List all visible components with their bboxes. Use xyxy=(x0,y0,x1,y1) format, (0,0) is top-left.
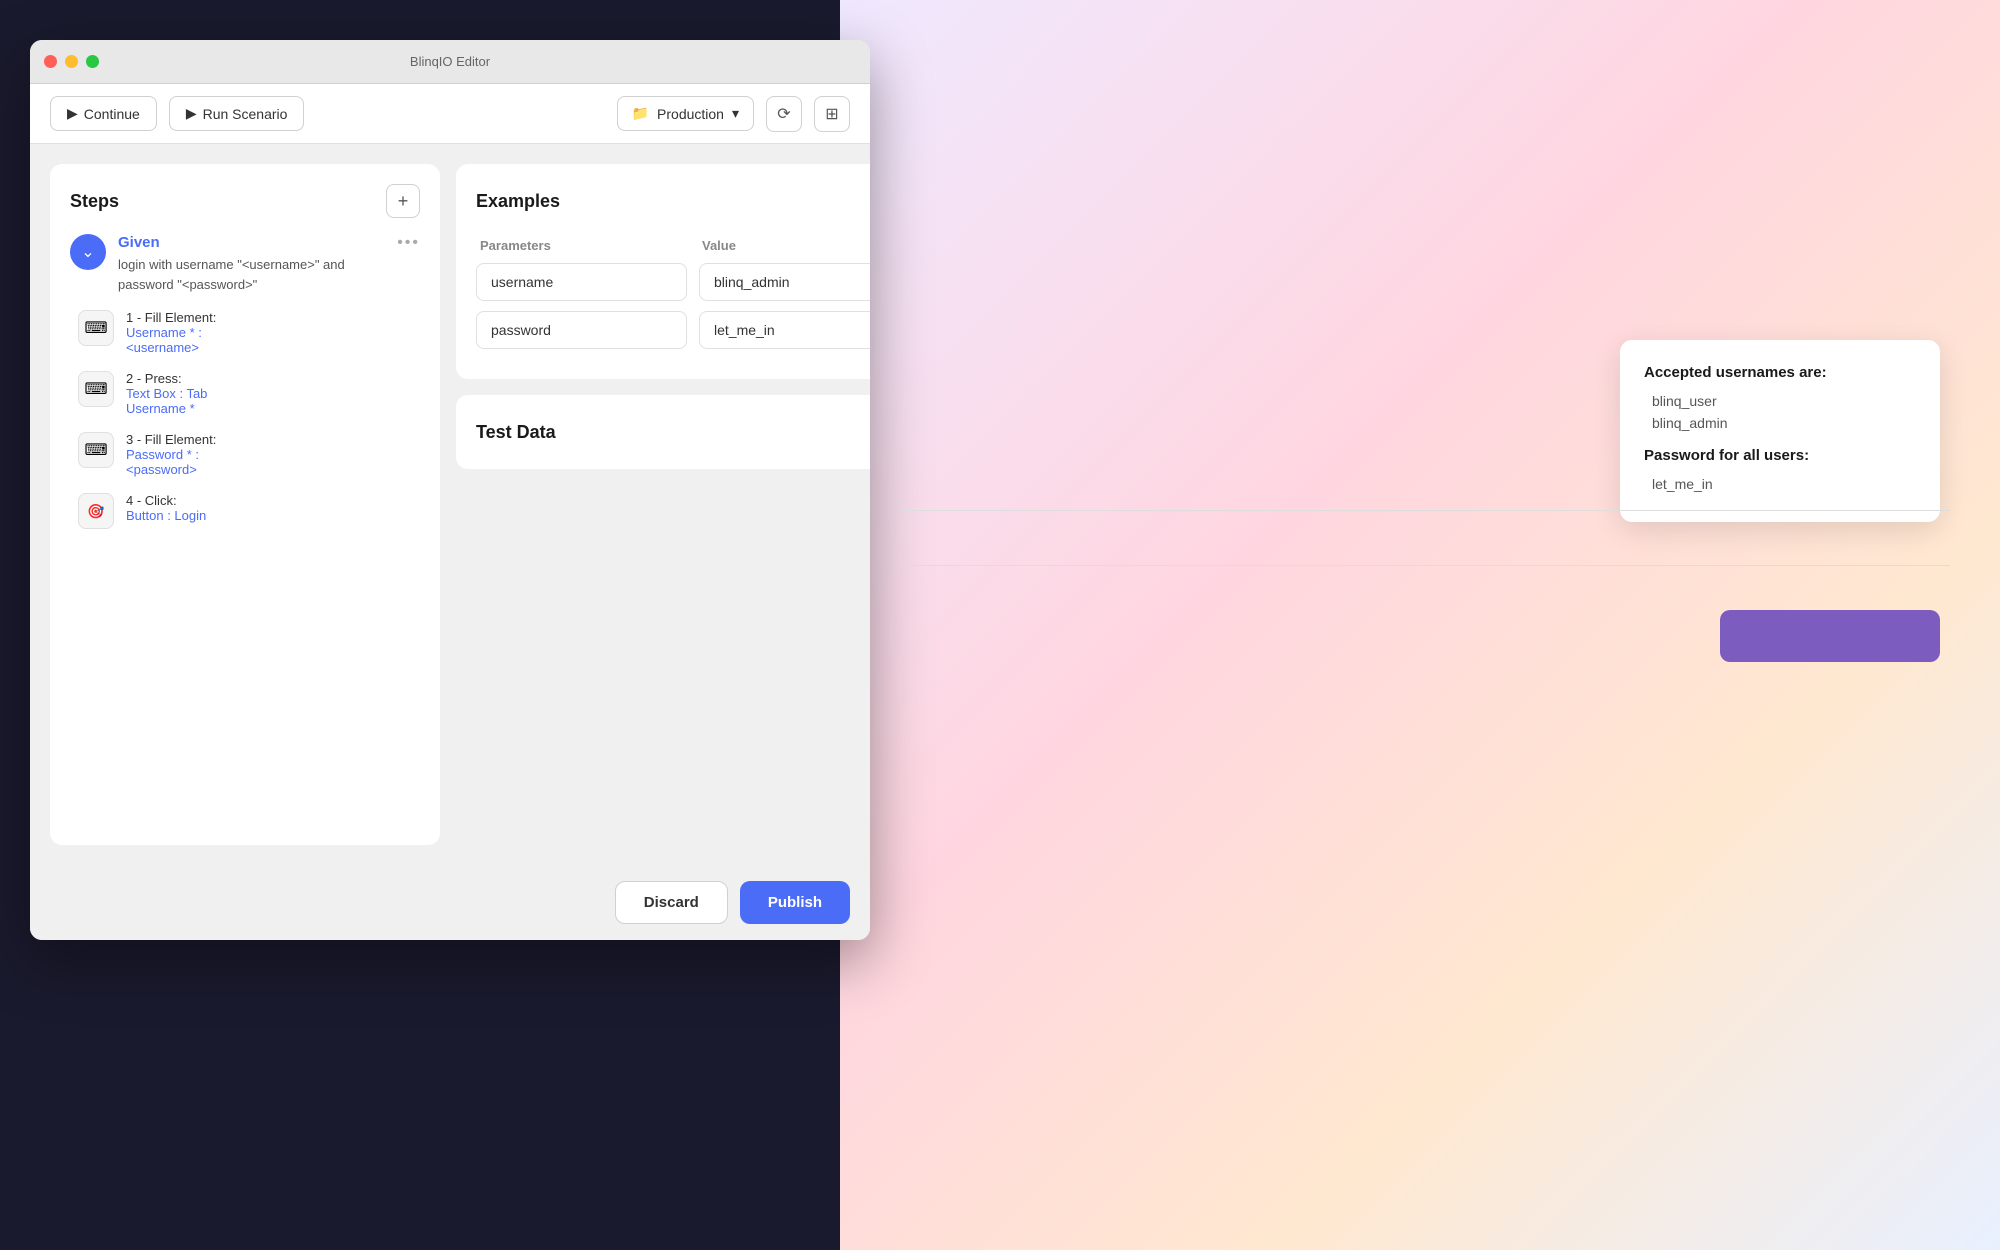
divider-2 xyxy=(900,565,1950,566)
step-3-target: Password * :<password> xyxy=(126,447,420,477)
chevron-down-icon: ▾ xyxy=(732,105,739,122)
tooltip-accepted-title: Accepted usernames are: xyxy=(1644,364,1916,381)
step-4-action: 4 - Click: xyxy=(126,493,420,508)
steps-header: Steps + xyxy=(70,184,420,218)
step-2-action: 2 - Press: xyxy=(126,371,420,386)
given-label: Given xyxy=(118,234,385,251)
publish-button[interactable]: Publish xyxy=(740,881,850,924)
value-input-1[interactable] xyxy=(699,263,870,301)
purple-action-button[interactable] xyxy=(1720,610,1940,662)
refresh-icon: ⟳ xyxy=(777,104,790,124)
folder-icon: 📁 xyxy=(632,105,649,122)
step-2-icon: ⌨ xyxy=(78,371,114,407)
step-2-target: Text Box : Tab xyxy=(126,386,420,401)
test-data-card: Test Data ⌄ xyxy=(456,395,870,469)
divider-1 xyxy=(900,510,1950,511)
tooltip-username-1: blinq_user xyxy=(1644,393,1916,409)
run-scenario-button[interactable]: ▶ Run Scenario xyxy=(169,96,305,131)
minimize-button[interactable] xyxy=(65,55,78,68)
param-input-2[interactable] xyxy=(476,311,687,349)
given-more-button[interactable]: ••• xyxy=(397,234,420,252)
titlebar: BlinqIO Editor xyxy=(30,40,870,84)
step-item-1: ⌨ 1 - Fill Element: Username * :<usernam… xyxy=(78,310,420,355)
examples-title: Examples xyxy=(476,191,560,212)
step-1-icon: ⌨ xyxy=(78,310,114,346)
toolbar: ▶ Continue ▶ Run Scenario 📁 Production ▾… xyxy=(30,84,870,144)
production-dropdown[interactable]: 📁 Production ▾ xyxy=(617,96,754,131)
examples-table: Parameters Value 🗑 xyxy=(476,238,870,349)
chevron-icon: ⌄ xyxy=(81,242,94,262)
main-window: BlinqIO Editor ▶ Continue ▶ Run Scenario… xyxy=(30,40,870,940)
tooltip-password: let_me_in xyxy=(1644,476,1916,492)
step-2-detail: Username * xyxy=(126,401,420,416)
param-input-1[interactable] xyxy=(476,263,687,301)
traffic-lights xyxy=(44,55,99,68)
tooltip-password-title: Password for all users: xyxy=(1644,447,1916,464)
add-step-button[interactable]: + xyxy=(386,184,420,218)
right-panel: Examples + Parameters Value xyxy=(456,164,870,845)
step-1-target: Username * :<username> xyxy=(126,325,420,355)
step-item-2: ⌨ 2 - Press: Text Box : Tab Username * xyxy=(78,371,420,416)
table-row-1: 🗑 xyxy=(476,263,870,301)
examples-card: Examples + Parameters Value xyxy=(456,164,870,379)
tooltip-card: Accepted usernames are: blinq_user blinq… xyxy=(1620,340,1940,522)
close-button[interactable] xyxy=(44,55,57,68)
continue-button[interactable]: ▶ Continue xyxy=(50,96,157,131)
discard-button[interactable]: Discard xyxy=(615,881,728,924)
step-4-target: Button : Login xyxy=(126,508,420,523)
steps-title: Steps xyxy=(70,191,119,212)
step-item-3: ⌨ 3 - Fill Element: Password * :<passwor… xyxy=(78,432,420,477)
steps-panel: Steps + ⌄ Given login with username "<us… xyxy=(50,164,440,845)
refresh-button[interactable]: ⟳ xyxy=(766,96,802,132)
continue-icon: ▶ xyxy=(67,105,78,122)
main-content: Steps + ⌄ Given login with username "<us… xyxy=(30,144,870,865)
parameters-column-header: Parameters xyxy=(476,238,686,253)
step-3-action: 3 - Fill Element: xyxy=(126,432,420,447)
window-title: BlinqIO Editor xyxy=(410,54,490,69)
table-row-2: 🗑 xyxy=(476,311,870,349)
given-expand-button[interactable]: ⌄ xyxy=(70,234,106,270)
layout-icon: ⊞ xyxy=(825,104,838,124)
footer: Discard Publish xyxy=(30,865,870,940)
layout-button[interactable]: ⊞ xyxy=(814,96,850,132)
maximize-button[interactable] xyxy=(86,55,99,68)
table-header: Parameters Value xyxy=(476,238,870,253)
value-column-header: Value xyxy=(698,238,870,253)
step-1-action: 1 - Fill Element: xyxy=(126,310,420,325)
play-icon: ▶ xyxy=(186,105,197,122)
test-data-title: Test Data xyxy=(476,422,556,443)
test-data-header: Test Data ⌄ xyxy=(476,415,870,449)
given-step: ⌄ Given login with username "<username>"… xyxy=(70,234,420,294)
value-input-2[interactable] xyxy=(699,311,870,349)
tooltip-username-2: blinq_admin xyxy=(1644,415,1916,431)
step-item-4: 🎯 4 - Click: Button : Login xyxy=(78,493,420,529)
given-text: login with username "<username>" and pas… xyxy=(118,255,385,294)
examples-header: Examples + xyxy=(476,184,870,218)
step-3-icon: ⌨ xyxy=(78,432,114,468)
step-4-icon: 🎯 xyxy=(78,493,114,529)
